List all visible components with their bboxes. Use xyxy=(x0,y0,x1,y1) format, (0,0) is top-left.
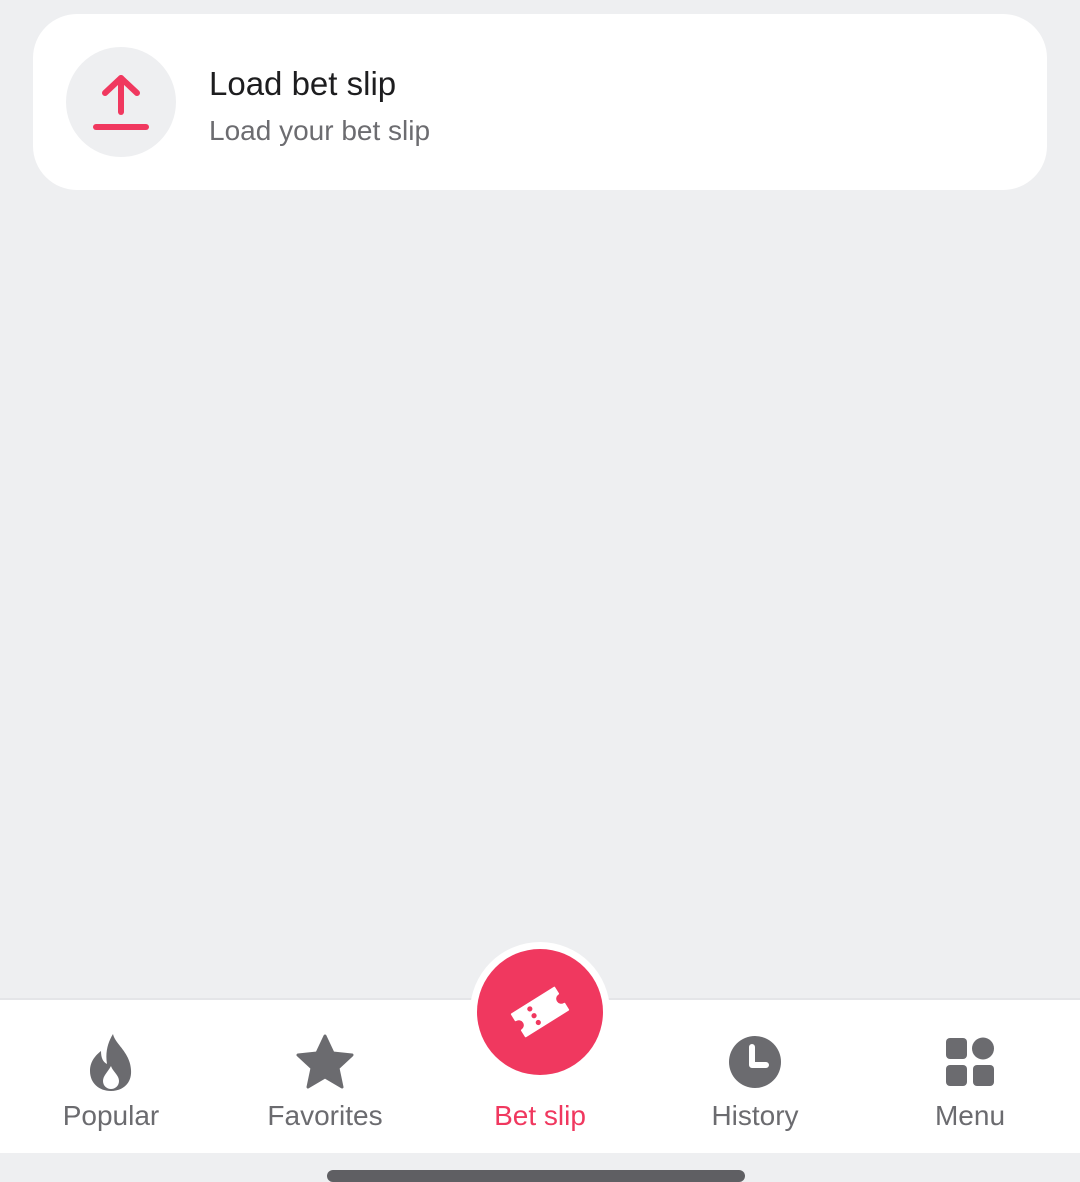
home-indicator[interactable] xyxy=(327,1170,745,1182)
tab-menu-label: Menu xyxy=(934,1100,1006,1131)
tab-history[interactable]: History xyxy=(647,1000,863,1155)
upload-icon xyxy=(66,47,176,157)
card-title: Load bet slip xyxy=(209,65,397,102)
tab-menu[interactable]: Menu xyxy=(862,1000,1078,1155)
ticket-icon xyxy=(510,986,570,1038)
tab-bet-slip-label: Bet slip xyxy=(494,1100,586,1131)
bet-slip-button[interactable] xyxy=(470,942,610,1082)
tab-favorites[interactable]: Favorites xyxy=(217,1000,433,1155)
grid-icon xyxy=(938,1030,1002,1094)
card-subtitle: Load your bet slip xyxy=(209,115,431,146)
tab-popular[interactable]: Popular xyxy=(3,1000,219,1155)
star-icon xyxy=(293,1030,357,1094)
tab-history-label: History xyxy=(711,1100,799,1131)
flame-icon xyxy=(79,1030,143,1094)
tab-popular-label: Popular xyxy=(62,1100,160,1131)
tab-favorites-label: Favorites xyxy=(267,1100,383,1131)
clock-icon xyxy=(723,1030,787,1094)
load-bet-slip-card[interactable]: Load bet slip Load your bet slip xyxy=(33,14,1047,190)
